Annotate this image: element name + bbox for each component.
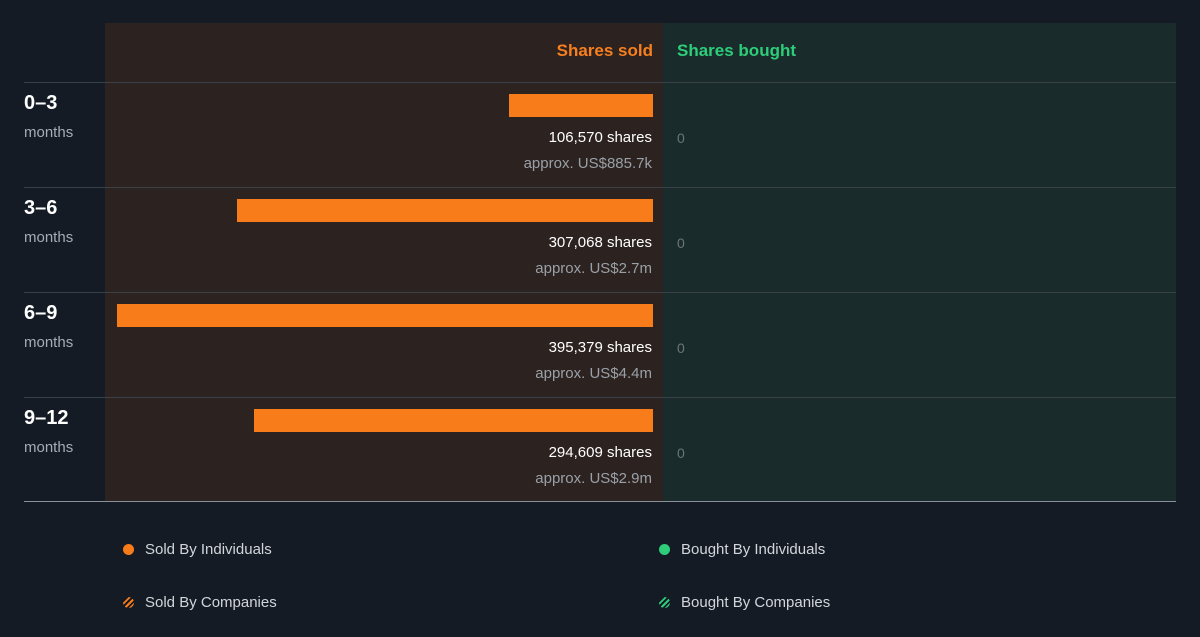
legend-label: Sold By Companies (145, 594, 277, 611)
bought-companies-hatched-dot-icon (659, 597, 670, 608)
sold-individuals-dot-icon (123, 544, 134, 555)
shares-sold-value: 395,379 shares (548, 339, 652, 356)
shares-sold-value: 307,068 shares (548, 234, 652, 251)
sold-companies-hatched-dot-icon (123, 597, 134, 608)
period-label-0-3: 0–3 months (24, 92, 73, 141)
shares-sold-value: 106,570 shares (548, 129, 652, 146)
legend-label: Bought By Companies (681, 594, 831, 611)
bought-individuals-dot-icon (659, 544, 670, 555)
period-range: 0–3 (24, 92, 58, 114)
sold-bar-0-3 (509, 94, 653, 117)
period-label-9-12: 9–12 months (24, 407, 73, 456)
shares-bought-value: 0 (677, 445, 685, 461)
shares-sold-header: Shares sold (556, 41, 653, 60)
sold-bar-6-9 (117, 304, 653, 327)
row-divider (24, 397, 1176, 398)
legend-bought-companies[interactable]: Bought By Companies (659, 594, 830, 611)
row-divider (24, 82, 1176, 83)
period-label-6-9: 6–9 months (24, 302, 73, 351)
shares-sold-value: 294,609 shares (548, 444, 652, 461)
period-range: 6–9 (24, 302, 58, 324)
shares-bought-header: Shares bought (677, 41, 797, 60)
approx-value: approx. US$885.7k (523, 155, 652, 172)
chart-baseline (24, 501, 1176, 502)
approx-value: approx. US$2.7m (535, 260, 652, 277)
approx-value: approx. US$2.9m (535, 470, 652, 487)
period-unit: months (24, 229, 74, 246)
period-unit: months (24, 124, 74, 141)
row-divider (24, 187, 1176, 188)
legend-sold-individuals[interactable]: Sold By Individuals (123, 541, 272, 558)
legend-label: Bought By Individuals (681, 541, 826, 558)
shares-bought-value: 0 (677, 340, 685, 356)
approx-value: approx. US$4.4m (535, 365, 652, 382)
period-unit: months (24, 439, 74, 456)
period-range: 3–6 (24, 197, 58, 219)
sold-bar-3-6 (237, 199, 653, 222)
shares-bought-value: 0 (677, 235, 685, 251)
shares-bought-panel (663, 23, 1176, 501)
sold-bar-9-12 (254, 409, 653, 432)
period-label-3-6: 3–6 months (24, 197, 73, 246)
shares-bought-value: 0 (677, 130, 685, 146)
legend-sold-companies[interactable]: Sold By Companies (123, 594, 277, 611)
period-range: 9–12 (24, 407, 69, 429)
row-divider (24, 292, 1176, 293)
period-unit: months (24, 334, 74, 351)
legend-label: Sold By Individuals (145, 541, 272, 558)
legend-bought-individuals[interactable]: Bought By Individuals (659, 541, 825, 558)
